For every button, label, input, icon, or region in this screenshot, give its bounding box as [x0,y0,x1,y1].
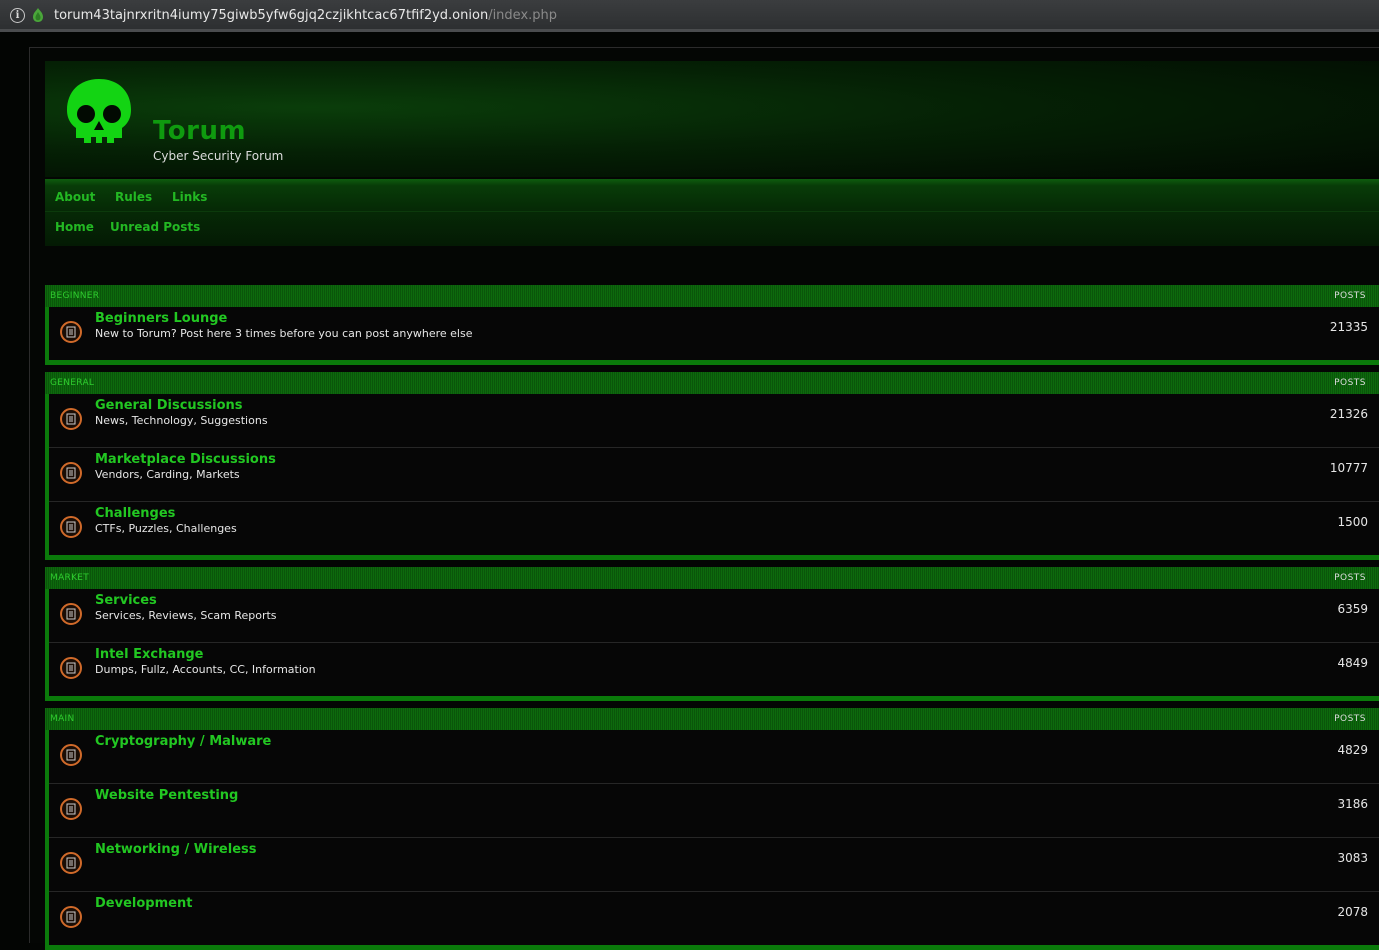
posts-column-label: POSTS [1334,714,1366,724]
forum-read-icon [60,798,82,820]
forum-read-icon [60,657,82,679]
forum-row[interactable]: Development 2078 [49,892,1379,945]
forum-post-count: 6359 [1337,602,1368,616]
forum-read-icon [60,462,82,484]
forum-name-link[interactable]: Services [95,593,157,608]
category-title[interactable]: BEGINNER [50,291,99,301]
category-title[interactable]: MAIN [50,714,75,724]
onion-icon [31,7,45,27]
forum-post-count: 3186 [1337,797,1368,811]
posts-column-label: POSTS [1334,573,1366,583]
forum-description: Services, Reviews, Scam Reports [95,609,277,622]
forum-name-link[interactable]: Challenges [95,506,175,521]
forum-read-icon [60,321,82,343]
forum-name-link[interactable]: Marketplace Discussions [95,452,276,467]
forum-description: Vendors, Carding, Markets [95,468,240,481]
forum-read-icon [60,744,82,766]
nav-about-link[interactable]: About [55,190,95,204]
section-header: BEGINNER POSTS [45,285,1379,307]
section-main: MAIN POSTS Cryptography / Malware 4829 W… [45,708,1379,950]
forum-description: New to Torum? Post here 3 times before y… [95,327,473,340]
forum-post-count: 21326 [1329,407,1368,421]
forum-name-link[interactable]: General Discussions [95,398,243,413]
site-title[interactable]: Torum [153,116,246,146]
forum-post-count: 4849 [1337,656,1368,670]
section-general: GENERAL POSTS General Discussions News, … [45,372,1379,560]
category-title[interactable]: GENERAL [50,378,94,388]
forum-row[interactable]: Challenges CTFs, Puzzles, Challenges 150… [49,502,1379,555]
forum-name-link[interactable]: Website Pentesting [95,788,238,803]
forum-post-count: 1500 [1337,515,1368,529]
site-subtitle: Cyber Security Forum [153,149,284,163]
url-text[interactable]: torum43tajnrxritn4iumy75giwb5yfw6gjq2czj… [54,8,557,23]
forum-list: Cryptography / Malware 4829 Website Pent… [45,730,1379,950]
forum-description: CTFs, Puzzles, Challenges [95,522,237,535]
section-market: MARKET POSTS Services Services, Reviews,… [45,567,1379,701]
skull-logo-icon[interactable] [65,77,133,153]
forum-row[interactable]: Beginners Lounge New to Torum? Post here… [49,307,1379,360]
forum-post-count: 3083 [1337,851,1368,865]
forum-name-link[interactable]: Beginners Lounge [95,311,227,326]
site-info-icon[interactable]: i [10,8,25,23]
forum-name-link[interactable]: Cryptography / Malware [95,734,271,749]
nav-bar: About Rules Links Home Unread Posts [45,179,1379,246]
forum-description: Dumps, Fullz, Accounts, CC, Information [95,663,316,676]
forum-row[interactable]: Intel Exchange Dumps, Fullz, Accounts, C… [49,643,1379,696]
forum-post-count: 4829 [1337,743,1368,757]
nav-links-link[interactable]: Links [172,190,207,204]
forum-row[interactable]: Networking / Wireless 3083 [49,838,1379,892]
forum-name-link[interactable]: Development [95,896,192,911]
section-header: MAIN POSTS [45,708,1379,730]
forum-row[interactable]: Marketplace Discussions Vendors, Carding… [49,448,1379,502]
section-header: GENERAL POSTS [45,372,1379,394]
section-beginner: BEGINNER POSTS Beginners Lounge New to T… [45,285,1379,365]
category-title[interactable]: MARKET [50,573,89,583]
forum-name-link[interactable]: Networking / Wireless [95,842,257,857]
forum-read-icon [60,516,82,538]
forum-read-icon [60,603,82,625]
forum-page: Torum Cyber Security Forum About Rules L… [29,47,1379,950]
forum-list: General Discussions News, Technology, Su… [45,394,1379,560]
posts-column-label: POSTS [1334,291,1366,301]
forum-post-count: 21335 [1329,320,1368,334]
nav-rules-link[interactable]: Rules [115,190,152,204]
forum-list: Beginners Lounge New to Torum? Post here… [45,307,1379,365]
section-header: MARKET POSTS [45,567,1379,589]
forum-list: Services Services, Reviews, Scam Reports… [45,589,1379,701]
site-header: Torum Cyber Security Forum [45,61,1379,177]
forum-row[interactable]: Website Pentesting 3186 [49,784,1379,838]
forum-read-icon [60,408,82,430]
forum-row[interactable]: General Discussions News, Technology, Su… [49,394,1379,448]
browser-address-bar[interactable]: i torum43tajnrxritn4iumy75giwb5yfw6gjq2c… [0,0,1379,32]
posts-column-label: POSTS [1334,378,1366,388]
nav-divider [45,211,1379,212]
forum-read-icon [60,906,82,928]
nav-home-link[interactable]: Home [55,220,94,234]
forum-name-link[interactable]: Intel Exchange [95,647,203,662]
forum-row[interactable]: Services Services, Reviews, Scam Reports… [49,589,1379,643]
forum-read-icon [60,852,82,874]
forum-post-count: 2078 [1337,905,1368,919]
forum-row[interactable]: Cryptography / Malware 4829 [49,730,1379,784]
nav-unread-posts-link[interactable]: Unread Posts [110,220,200,234]
forum-post-count: 10777 [1329,461,1368,475]
forum-description: News, Technology, Suggestions [95,414,268,427]
